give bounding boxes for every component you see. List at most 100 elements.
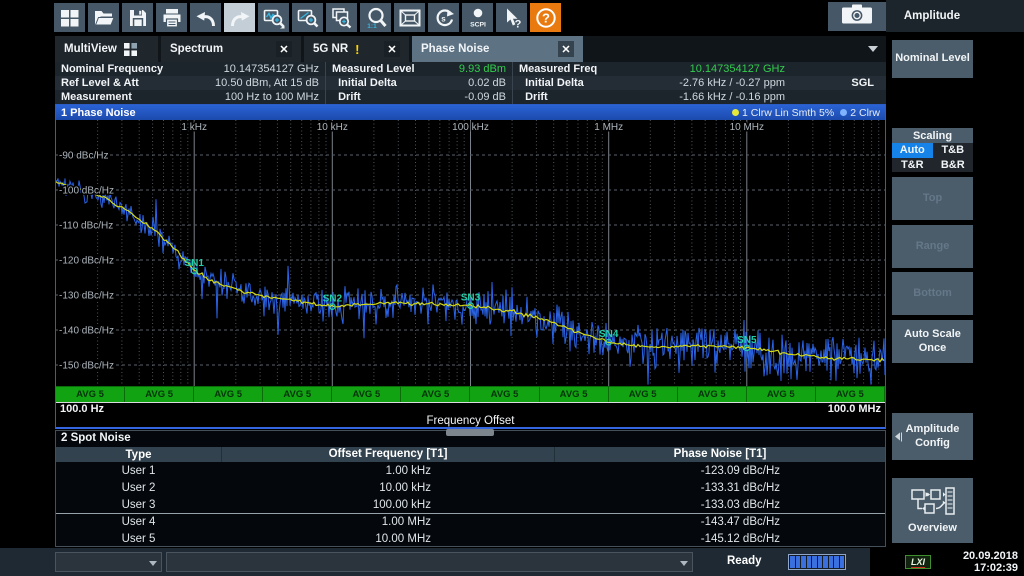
tab-multiview[interactable]: MultiView: [55, 36, 158, 62]
scaling-option-bandr[interactable]: B&R: [933, 158, 974, 173]
spot-noise-window[interactable]: 2 Spot Noise TypeOffset Frequency [T1]Ph…: [55, 430, 886, 547]
tab-label: 5G NR: [313, 43, 348, 55]
legend-text: 2 Clrw: [850, 107, 880, 119]
y-tick-label: -90 dBc/Hz: [59, 151, 108, 162]
avg-segment: AVG 5: [125, 386, 194, 402]
info-row: Measured Freq10.147354127 GHz: [513, 62, 886, 76]
scaling-option-auto[interactable]: Auto: [892, 143, 933, 158]
averaging-status-bar: AVG 5AVG 5AVG 5AVG 5AVG 5AVG 5AVG 5AVG 5…: [56, 386, 885, 403]
svg-text:SN2: SN2: [323, 294, 343, 305]
tab-overflow-chevron-icon[interactable]: [868, 46, 878, 52]
softkey-nominal-level[interactable]: Nominal Level: [892, 40, 973, 78]
tab-phase-noise[interactable]: Phase Noise ✕: [412, 36, 583, 62]
trace-dot-icon: [840, 109, 847, 116]
softkey-amplitude-config[interactable]: Amplitude Config: [892, 413, 973, 460]
close-icon[interactable]: ✕: [276, 41, 292, 57]
info-value: 9.93 dBm: [459, 63, 506, 75]
single-repeat-button[interactable]: s: [428, 3, 459, 32]
close-icon[interactable]: ✕: [558, 41, 574, 57]
info-value: 0.02 dB: [468, 77, 506, 89]
info-label: Drift: [332, 91, 361, 103]
zoom-area-button[interactable]: [292, 3, 323, 32]
measurement-info-header: Nominal Frequency10.147354127 GHzRef Lev…: [55, 62, 886, 104]
redo-icon: [228, 6, 252, 30]
spot-offset-frequency: 10.00 MHz: [221, 533, 554, 545]
spot-phase-noise: -133.31 dBc/Hz: [554, 482, 885, 494]
help-button[interactable]: ?: [530, 3, 561, 32]
spot-type: User 3: [56, 499, 221, 511]
x-axis-start-label: 100.0 Hz: [60, 403, 104, 415]
progress-segment: [834, 556, 839, 568]
scaling-option-tandb[interactable]: T&B: [933, 143, 974, 158]
tab-label: Phase Noise: [421, 43, 489, 55]
save-button[interactable]: [122, 3, 153, 32]
status-panel: Ready: [0, 548, 870, 576]
column-header: Phase Noise [T1]: [554, 447, 885, 462]
svg-text:?: ?: [542, 10, 550, 25]
phase-noise-window[interactable]: 1 Phase Noise 1 Clrw Lin Smth 5%2 Clrw S…: [55, 104, 886, 429]
status-bar: Ready LXI 20.09.2018 17:02:39: [0, 548, 1024, 576]
help-icon: ?: [534, 6, 558, 30]
info-value: 10.147354127 GHz: [224, 63, 319, 75]
screenshot-camera-button[interactable]: [828, 2, 886, 31]
avg-segment: AVG 5: [470, 386, 539, 402]
y-tick-label: -100 dBc/Hz: [59, 186, 114, 197]
tab-5g-nr[interactable]: 5G NR!✕: [304, 36, 409, 62]
info-row: Initial Delta-2.76 kHz / -0.27 ppm: [513, 76, 886, 90]
undo-button[interactable]: [190, 3, 221, 32]
spot-offset-frequency: 100.00 kHz: [221, 499, 554, 511]
spot-noise-row: User 11.00 kHz-123.09 dBc/Hz: [56, 462, 885, 479]
info-row: Nominal Frequency10.147354127 GHz: [55, 62, 325, 76]
avg-segment: AVG 5: [332, 386, 401, 402]
status-dropdown-left[interactable]: [55, 552, 162, 572]
info-value: -0.09 dB: [464, 91, 506, 103]
softkey-overview[interactable]: Overview: [892, 478, 973, 543]
zoom-multi-window-button[interactable]: [326, 3, 357, 32]
zoom-one-to-one-button[interactable]: 1:1: [360, 3, 391, 32]
avg-segment: AVG 5: [263, 386, 332, 402]
info-row: Drift -0.09 dB: [326, 90, 512, 104]
x-tick-label: 100 kHz: [452, 122, 489, 133]
datetime-display: 20.09.2018 17:02:39: [963, 550, 1018, 574]
chevron-down-icon: [680, 561, 688, 566]
context-help-icon: ?: [500, 6, 524, 30]
overview-flow-icon: [910, 486, 956, 521]
info-column-2: Measured Level 9.93 dBm Initial Delta 0.02…: [325, 62, 512, 104]
spot-type: User 4: [56, 516, 221, 528]
print-button[interactable]: [156, 3, 187, 32]
svg-text:1:1: 1:1: [367, 23, 377, 30]
progress-segment: [801, 556, 806, 568]
phase-noise-plot[interactable]: SN1SN2SN3SN4SN51 kHz10 kHz100 kHz1 MHz10…: [56, 120, 885, 386]
window-splitter-handle[interactable]: [446, 429, 494, 436]
x-tick-label: 10 MHz: [730, 122, 764, 133]
info-label: Initial Delta: [332, 77, 397, 89]
scaling-label: Scaling: [892, 128, 973, 143]
context-help-button[interactable]: ?: [496, 3, 527, 32]
tab-spectrum[interactable]: Spectrum✕: [161, 36, 301, 62]
softkey-menu-title-fill: [978, 0, 1024, 32]
info-label: Measured Level: [332, 63, 415, 75]
zoom-graph-button[interactable]: [258, 3, 289, 32]
display-update-button[interactable]: [394, 3, 425, 32]
close-icon[interactable]: ✕: [384, 41, 400, 57]
time-label: 17:02:39: [963, 562, 1018, 574]
softkey-label: Range: [916, 240, 950, 254]
x-tick-label: 10 kHz: [317, 122, 348, 133]
softkey-sidebar: Amplitude Scaling AutoT&BT&RB&R Nominal …: [886, 0, 1024, 548]
open-file-button[interactable]: [88, 3, 119, 32]
status-dropdown-main[interactable]: [166, 552, 693, 572]
display-frame-icon: [398, 6, 422, 30]
phase-noise-window-title: 1 Phase Noise: [61, 107, 136, 119]
avg-segment: AVG 5: [56, 386, 125, 402]
toolbar: 1:1 sSCPI??: [54, 3, 561, 32]
avg-segment: AVG 5: [747, 386, 816, 402]
scpi-recorder-button[interactable]: SCPI: [462, 3, 493, 32]
progress-segment: [818, 556, 823, 568]
trace-legend: 1 Clrw Lin Smth 5%2 Clrw: [732, 107, 880, 119]
svg-text:SN4: SN4: [599, 329, 619, 340]
info-column-3: Measured Freq10.147354127 GHz Initial De…: [512, 62, 886, 104]
info-row: Measurement100 Hz to 100 MHz: [55, 90, 325, 104]
softkey-auto-scale-once[interactable]: Auto Scale Once: [892, 320, 973, 363]
windows-menu-button[interactable]: [54, 3, 85, 32]
scaling-option-tandr[interactable]: T&R: [892, 158, 933, 173]
